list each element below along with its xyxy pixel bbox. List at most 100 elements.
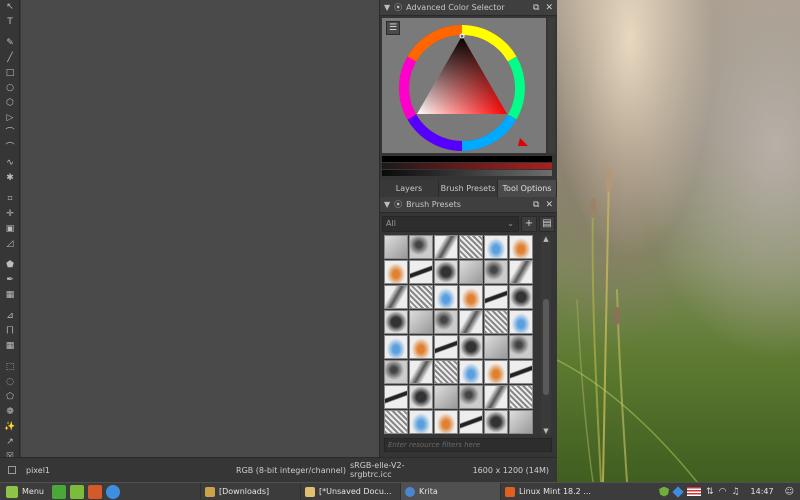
- move-tool-icon[interactable]: ✛: [1, 207, 19, 221]
- color-history-strip[interactable]: [382, 156, 552, 162]
- brush-preset-item[interactable]: [434, 335, 458, 359]
- assistant-tool-icon[interactable]: ⨅: [1, 324, 19, 338]
- brush-preset-item[interactable]: [384, 285, 408, 309]
- tab-layers[interactable]: Layers: [380, 180, 439, 197]
- user-icon[interactable]: ☺: [785, 487, 794, 497]
- warp-tool-icon[interactable]: ◿: [1, 237, 19, 251]
- float-docker-icon[interactable]: ⧉: [533, 3, 539, 13]
- start-menu-button[interactable]: Menu: [0, 483, 50, 500]
- multibrush-tool-icon[interactable]: ✱: [1, 171, 19, 185]
- contiguous-select-tool-icon[interactable]: ✨: [1, 420, 19, 434]
- brush-preset-item[interactable]: [484, 385, 508, 409]
- task-downloads[interactable]: [Downloads]: [199, 482, 300, 500]
- color-selector-scrollbar[interactable]: [548, 18, 555, 153]
- brush-preset-item[interactable]: [384, 335, 408, 359]
- brush-preset-item[interactable]: [509, 285, 533, 309]
- firefox-icon[interactable]: [87, 484, 102, 499]
- tab-tool-options[interactable]: Tool Options: [498, 180, 557, 197]
- float-docker-icon[interactable]: ⧉: [533, 200, 539, 210]
- brush-preset-item[interactable]: [384, 360, 408, 384]
- dynamic-brush-tool-icon[interactable]: ∿: [1, 156, 19, 170]
- line-tool-icon[interactable]: ╱: [1, 51, 19, 65]
- color-picker-tool-icon[interactable]: ✒: [1, 273, 19, 287]
- clock[interactable]: 14:47: [751, 487, 774, 496]
- brush-preset-item[interactable]: [459, 360, 483, 384]
- scrollbar-thumb[interactable]: [543, 299, 549, 395]
- freehand-select-tool-icon[interactable]: ❁: [1, 405, 19, 419]
- brush-preset-item[interactable]: [459, 260, 483, 284]
- text-tool-icon[interactable]: T: [1, 15, 19, 29]
- brush-preset-item[interactable]: [384, 410, 408, 434]
- brush-preset-item[interactable]: [409, 410, 433, 434]
- brush-preset-item[interactable]: [384, 235, 408, 259]
- freehand-path-tool-icon[interactable]: ⌒: [1, 141, 19, 155]
- rect-select-tool-icon[interactable]: ⬚: [1, 360, 19, 374]
- brush-preset-item[interactable]: [384, 260, 408, 284]
- show-desktop-icon[interactable]: [51, 484, 66, 499]
- color-shade-strip[interactable]: [382, 163, 552, 169]
- freehand-brush-tool-icon[interactable]: ✎: [1, 36, 19, 50]
- close-docker-icon[interactable]: ✕: [545, 200, 553, 210]
- brush-preset-item[interactable]: [484, 335, 508, 359]
- brush-preset-item[interactable]: [409, 310, 433, 334]
- polygon-tool-icon[interactable]: ⬡: [1, 96, 19, 110]
- ellipse-select-tool-icon[interactable]: ◌: [1, 375, 19, 389]
- scroll-down-icon[interactable]: ▼: [541, 427, 551, 435]
- measure-tool-icon[interactable]: ⊿: [1, 309, 19, 323]
- brush-preset-item[interactable]: [484, 235, 508, 259]
- brush-preset-item[interactable]: [384, 310, 408, 334]
- rectangle-tool-icon[interactable]: □: [1, 66, 19, 80]
- bezier-tool-icon[interactable]: ⌒: [1, 126, 19, 140]
- ellipse-tool-icon[interactable]: ○: [1, 81, 19, 95]
- brush-preset-item[interactable]: [484, 260, 508, 284]
- crop-tool-icon[interactable]: ⌗: [1, 192, 19, 206]
- brush-preset-item[interactable]: [459, 310, 483, 334]
- brush-preset-item[interactable]: [384, 385, 408, 409]
- brush-preset-item[interactable]: [509, 360, 533, 384]
- lock-icon[interactable]: ⦿: [394, 2, 402, 13]
- color-value-strip[interactable]: [382, 170, 552, 176]
- brush-preset-item[interactable]: [509, 310, 533, 334]
- brush-preset-item[interactable]: [484, 310, 508, 334]
- brush-preset-item[interactable]: [434, 385, 458, 409]
- select-shapes-tool-icon[interactable]: ↖: [1, 0, 19, 14]
- dropbox-icon[interactable]: [672, 485, 684, 498]
- transform-tool-icon[interactable]: ▣: [1, 222, 19, 236]
- us-flag-icon[interactable]: [687, 487, 702, 496]
- task-unsaved-document[interactable]: [*Unsaved Docu...: [299, 482, 400, 500]
- tag-menu-icon[interactable]: ▤: [539, 216, 555, 232]
- add-tag-icon[interactable]: +: [521, 216, 537, 232]
- brush-preset-item[interactable]: [459, 410, 483, 434]
- brush-preset-item[interactable]: [434, 360, 458, 384]
- volume-icon[interactable]: ♫: [731, 487, 739, 497]
- brush-preset-item[interactable]: [484, 360, 508, 384]
- polygon-select-tool-icon[interactable]: ⬠: [1, 390, 19, 404]
- task-krita[interactable]: Krita: [399, 482, 500, 500]
- brush-preset-item[interactable]: [409, 235, 433, 259]
- wifi-icon[interactable]: ◠: [719, 487, 727, 497]
- gradient-tool-icon[interactable]: ▦: [1, 288, 19, 302]
- brush-preset-item[interactable]: [509, 235, 533, 259]
- brush-preset-item[interactable]: [509, 260, 533, 284]
- collapse-arrow-icon[interactable]: ▼: [384, 200, 390, 209]
- brush-preset-item[interactable]: [459, 235, 483, 259]
- brush-preset-item[interactable]: [484, 410, 508, 434]
- brush-preset-item[interactable]: [434, 235, 458, 259]
- brush-preset-item[interactable]: [409, 260, 433, 284]
- brush-preset-item[interactable]: [459, 285, 483, 309]
- close-docker-icon[interactable]: ✕: [545, 3, 553, 13]
- brush-preset-item[interactable]: [459, 335, 483, 359]
- task-linux-mint[interactable]: Linux Mint 18.2 ...: [499, 482, 600, 500]
- brush-preset-scrollbar[interactable]: ▲ ▼: [541, 235, 551, 435]
- brush-preset-item[interactable]: [509, 410, 533, 434]
- brush-preset-item[interactable]: [409, 385, 433, 409]
- tag-filter-dropdown[interactable]: All ⌄: [382, 216, 519, 232]
- collapse-arrow-icon[interactable]: ▼: [384, 3, 390, 12]
- file-manager-icon[interactable]: [69, 484, 84, 499]
- polyline-tool-icon[interactable]: ▷: [1, 111, 19, 125]
- grid-tool-icon[interactable]: ▦: [1, 339, 19, 353]
- brush-preset-item[interactable]: [484, 285, 508, 309]
- chrome-icon[interactable]: [105, 484, 120, 499]
- color-wheel-triangle[interactable]: [382, 18, 546, 153]
- brush-preset-item[interactable]: [434, 410, 458, 434]
